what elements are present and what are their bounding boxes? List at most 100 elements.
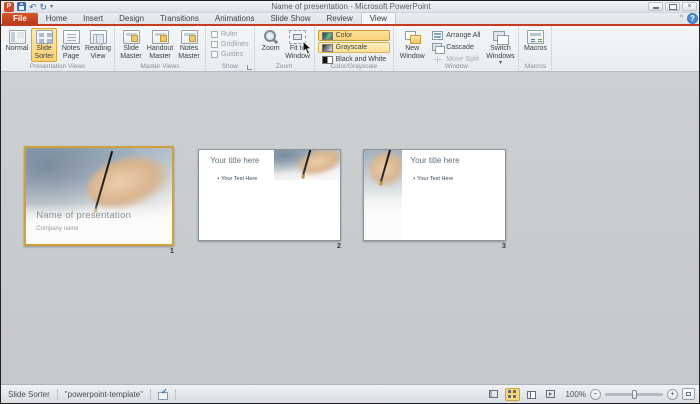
slide-sorter-icon [508,390,517,398]
group-zoom: Zoom Fit to Window Zoom [255,26,315,71]
customize-qat-icon[interactable]: ▾ [50,3,53,10]
group-label-color-grayscale: Color/Grayscale [315,63,394,70]
normal-view-icon [489,390,498,398]
powerpoint-app-icon[interactable]: P [4,2,14,12]
minimize-button[interactable] [648,2,663,11]
ribbon-tab-row: File Home Insert Design Transitions Anim… [1,13,700,24]
slide-thumbnail-2[interactable]: Your title here • Your Text Here [198,149,341,241]
save-icon[interactable] [17,2,26,11]
title-bar: P ↶ ↻ ▾ Name of presentation - Microsoft… [1,1,700,13]
slide-show-shortcut[interactable] [543,388,558,401]
slide-master-button[interactable]: Slide Master [118,28,144,62]
reading-view-icon [90,30,107,44]
handout-master-button[interactable]: Handout Master [145,28,175,62]
bullet-icon: • [413,176,415,182]
grayscale-button[interactable]: Grayscale [318,42,391,53]
group-master-views: Slide Master Handout Master Notes Master… [115,26,206,71]
reading-view-shortcut[interactable] [524,388,539,401]
normal-view-shortcut[interactable] [486,388,501,401]
notes-master-button[interactable]: Notes Master [176,28,202,62]
zoom-slider[interactable] [605,393,663,396]
color-swatch-icon [322,32,333,40]
group-macros: Macros Macros [519,26,552,71]
close-button[interactable]: × [682,2,697,11]
color-button[interactable]: Color [318,30,391,41]
group-label-zoom: Zoom [255,63,314,70]
tab-file[interactable]: File [2,13,38,24]
gridlines-checkbox[interactable]: Gridlines [209,40,251,49]
window-title: Name of presentation - Microsoft PowerPo… [1,2,700,11]
slide-number: 1 [170,246,174,255]
slide-bullet-text: • Your Text Here [217,176,257,182]
arrange-all-button[interactable]: Arrange All [428,30,484,41]
new-window-icon [404,30,421,44]
zoom-slider-thumb[interactable] [632,390,637,399]
tab-review[interactable]: Review [318,13,360,24]
guides-checkbox[interactable]: Guides [209,50,251,59]
tab-home[interactable]: Home [38,13,75,24]
quick-access-toolbar: P ↶ ↻ ▾ [1,2,53,12]
restore-button[interactable] [665,2,680,11]
normal-view-icon [9,30,26,44]
macros-button[interactable]: Macros [522,28,548,55]
minimize-ribbon-icon[interactable]: ^ [680,15,683,22]
magnifier-icon [262,30,279,44]
zoom-in-button[interactable]: + [667,389,678,400]
tab-design[interactable]: Design [111,13,152,24]
macros-icon [527,30,544,44]
slide-thumbnail-3[interactable]: Your title here • Your Text Here [363,149,506,241]
status-bar: Slide Sorter "powerpoint-template" ✓ 100… [1,384,700,403]
tab-slide-show[interactable]: Slide Show [262,13,318,24]
new-window-button[interactable]: New Window [397,28,427,62]
redo-icon[interactable]: ↻ [40,2,48,12]
notes-page-icon [63,30,80,44]
slide-number: 3 [502,241,506,250]
normal-view-button[interactable]: Normal [4,28,30,55]
spell-check-button[interactable]: ✓ [151,385,175,403]
group-label-window: Window [394,63,518,70]
switch-windows-icon [492,30,509,44]
ruler-checkbox[interactable]: Ruler [209,30,251,39]
group-label-master-views: Master Views [115,63,205,70]
zoom-button[interactable]: Zoom [258,28,284,55]
slide-show-icon [546,390,555,398]
hand-writing-photo [364,150,402,240]
fit-to-window-button[interactable]: Fit to Window [285,28,311,62]
tab-view[interactable]: View [361,12,396,24]
cascade-icon [432,43,443,52]
notes-page-button[interactable]: Notes Page [58,28,84,62]
fit-to-window-icon [289,30,306,44]
checkbox-icon [211,31,218,38]
ribbon-spacer [552,26,700,71]
reading-view-button[interactable]: Reading View [85,28,111,62]
tab-transitions[interactable]: Transitions [152,13,207,24]
notes-master-icon [181,30,198,44]
slide-thumbnail-1[interactable]: Name of presentation Company name [24,146,174,246]
tab-animations[interactable]: Animations [207,13,263,24]
grayscale-swatch-icon [322,44,333,52]
slide-title: Name of presentation [36,210,131,221]
slide-sorter-shortcut[interactable] [505,388,520,401]
group-presentation-views: Normal Slide Sorter Notes Page Reading V… [1,26,115,71]
arrange-all-icon [432,31,443,40]
slide-bullet-text: • Your Text Here [413,176,453,182]
slide-title: Your title here [411,156,460,165]
slide-sorter-canvas[interactable]: Name of presentation Company name 1 Your… [1,72,700,386]
theme-name-indicator[interactable]: "powerpoint-template" [58,385,150,403]
separator [175,389,176,400]
zoom-out-button[interactable]: − [590,389,601,400]
cascade-button[interactable]: Cascade [428,42,484,53]
group-label-presentation-views: Presentation Views [1,63,114,70]
help-icon[interactable]: ? [687,13,698,24]
fit-slide-to-window-button[interactable] [682,388,695,400]
view-mode-indicator[interactable]: Slide Sorter [1,385,57,403]
handout-master-icon [152,30,169,44]
slide-sorter-button[interactable]: Slide Sorter [31,28,57,62]
tab-insert[interactable]: Insert [75,13,111,24]
checkbox-icon [211,51,218,58]
undo-icon[interactable]: ↶ [29,2,37,12]
zoom-level-label[interactable]: 100% [566,390,586,399]
bullet-icon: • [217,176,219,182]
powerpoint-window: P ↶ ↻ ▾ Name of presentation - Microsoft… [0,0,700,404]
slide-number: 2 [337,241,341,250]
